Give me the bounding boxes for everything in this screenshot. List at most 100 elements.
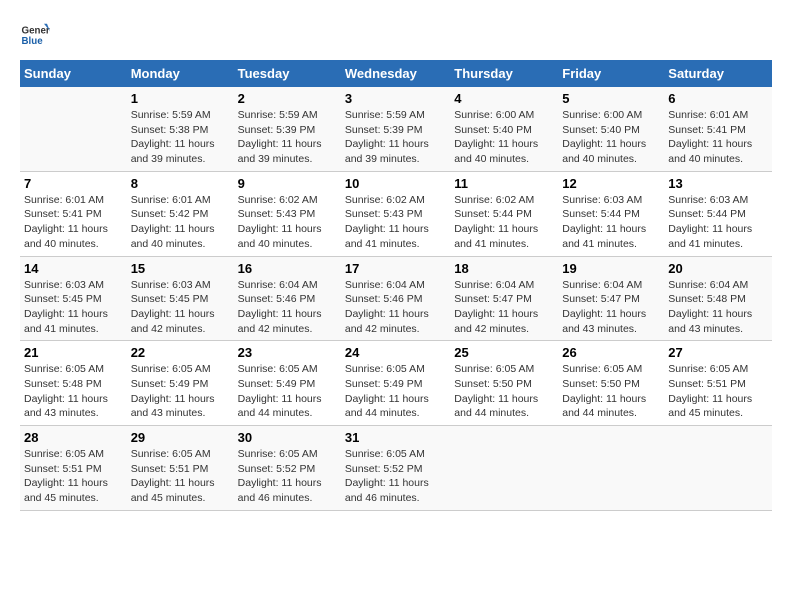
calendar-cell: 3 Sunrise: 5:59 AMSunset: 5:39 PMDaylight… (341, 87, 450, 171)
calendar-cell: 1 Sunrise: 5:59 AMSunset: 5:38 PMDaylight… (127, 87, 234, 171)
header-sunday: Sunday (20, 60, 127, 87)
day-details: Sunrise: 6:04 AMSunset: 5:46 PMDaylight:… (345, 278, 446, 337)
calendar-cell: 11 Sunrise: 6:02 AMSunset: 5:44 PMDayligh… (450, 171, 558, 256)
day-number: 11 (454, 176, 554, 191)
header-row: SundayMondayTuesdayWednesdayThursdayFrid… (20, 60, 772, 87)
calendar-cell: 9 Sunrise: 6:02 AMSunset: 5:43 PMDaylight… (234, 171, 341, 256)
day-details: Sunrise: 6:02 AMSunset: 5:43 PMDaylight:… (345, 193, 446, 252)
day-number: 7 (24, 176, 123, 191)
day-number: 17 (345, 261, 446, 276)
header-wednesday: Wednesday (341, 60, 450, 87)
logo: General Blue (20, 20, 50, 50)
day-number: 1 (131, 91, 230, 106)
week-row-5: 28 Sunrise: 6:05 AMSunset: 5:51 PMDayligh… (20, 426, 772, 511)
day-details: Sunrise: 6:05 AMSunset: 5:51 PMDaylight:… (131, 447, 230, 506)
day-details: Sunrise: 6:05 AMSunset: 5:49 PMDaylight:… (131, 362, 230, 421)
week-row-1: 1 Sunrise: 5:59 AMSunset: 5:38 PMDaylight… (20, 87, 772, 171)
calendar-table: SundayMondayTuesdayWednesdayThursdayFrid… (20, 60, 772, 511)
day-details: Sunrise: 6:02 AMSunset: 5:44 PMDaylight:… (454, 193, 554, 252)
day-number: 2 (238, 91, 337, 106)
day-details: Sunrise: 6:03 AMSunset: 5:45 PMDaylight:… (131, 278, 230, 337)
calendar-cell: 22Sunrise: 6:05 AMSunset: 5:49 PMDayligh… (127, 341, 234, 426)
day-details: Sunrise: 6:01 AMSunset: 5:41 PMDaylight:… (668, 108, 768, 167)
calendar-cell: 27 Sunrise: 6:05 AMSunset: 5:51 PMDayligh… (664, 341, 772, 426)
header-thursday: Thursday (450, 60, 558, 87)
day-details: Sunrise: 6:05 AMSunset: 5:52 PMDaylight:… (345, 447, 446, 506)
calendar-cell: 5Sunrise: 6:00 AMSunset: 5:40 PMDaylight… (558, 87, 664, 171)
day-details: Sunrise: 6:03 AMSunset: 5:45 PMDaylight:… (24, 278, 123, 337)
day-number: 12 (562, 176, 660, 191)
day-number: 3 (345, 91, 446, 106)
day-number: 31 (345, 430, 446, 445)
calendar-cell (558, 426, 664, 511)
calendar-cell: 21Sunrise: 6:05 AMSunset: 5:48 PMDayligh… (20, 341, 127, 426)
day-number: 23 (238, 345, 337, 360)
day-number: 16 (238, 261, 337, 276)
day-number: 27 (668, 345, 768, 360)
day-details: Sunrise: 6:00 AMSunset: 5:40 PMDaylight:… (562, 108, 660, 167)
week-row-3: 14 Sunrise: 6:03 AMSunset: 5:45 PMDayligh… (20, 256, 772, 341)
svg-text:Blue: Blue (22, 36, 44, 47)
day-details: Sunrise: 6:01 AMSunset: 5:42 PMDaylight:… (131, 193, 230, 252)
calendar-cell: 19Sunrise: 6:04 AMSunset: 5:47 PMDayligh… (558, 256, 664, 341)
day-details: Sunrise: 6:01 AMSunset: 5:41 PMDaylight:… (24, 193, 123, 252)
day-details: Sunrise: 6:05 AMSunset: 5:49 PMDaylight:… (345, 362, 446, 421)
day-number: 6 (668, 91, 768, 106)
calendar-cell: 15 Sunrise: 6:03 AMSunset: 5:45 PMDayligh… (127, 256, 234, 341)
day-details: Sunrise: 6:05 AMSunset: 5:51 PMDaylight:… (24, 447, 123, 506)
calendar-cell: 13Sunrise: 6:03 AMSunset: 5:44 PMDayligh… (664, 171, 772, 256)
day-number: 29 (131, 430, 230, 445)
day-details: Sunrise: 5:59 AMSunset: 5:39 PMDaylight:… (345, 108, 446, 167)
calendar-cell: 25Sunrise: 6:05 AMSunset: 5:50 PMDayligh… (450, 341, 558, 426)
calendar-cell: 26 Sunrise: 6:05 AMSunset: 5:50 PMDayligh… (558, 341, 664, 426)
day-details: Sunrise: 6:04 AMSunset: 5:46 PMDaylight:… (238, 278, 337, 337)
day-number: 9 (238, 176, 337, 191)
calendar-cell: 28 Sunrise: 6:05 AMSunset: 5:51 PMDayligh… (20, 426, 127, 511)
calendar-cell: 6 Sunrise: 6:01 AMSunset: 5:41 PMDaylight… (664, 87, 772, 171)
day-details: Sunrise: 5:59 AMSunset: 5:39 PMDaylight:… (238, 108, 337, 167)
day-details: Sunrise: 6:04 AMSunset: 5:47 PMDaylight:… (562, 278, 660, 337)
day-details: Sunrise: 6:05 AMSunset: 5:50 PMDaylight:… (454, 362, 554, 421)
calendar-cell (20, 87, 127, 171)
day-details: Sunrise: 6:05 AMSunset: 5:50 PMDaylight:… (562, 362, 660, 421)
day-number: 15 (131, 261, 230, 276)
svg-text:General: General (22, 26, 51, 37)
day-details: Sunrise: 6:00 AMSunset: 5:40 PMDaylight:… (454, 108, 554, 167)
day-number: 24 (345, 345, 446, 360)
day-details: Sunrise: 6:04 AMSunset: 5:48 PMDaylight:… (668, 278, 768, 337)
day-details: Sunrise: 5:59 AMSunset: 5:38 PMDaylight:… (131, 108, 230, 167)
day-details: Sunrise: 6:02 AMSunset: 5:43 PMDaylight:… (238, 193, 337, 252)
day-details: Sunrise: 6:05 AMSunset: 5:51 PMDaylight:… (668, 362, 768, 421)
calendar-cell: 10 Sunrise: 6:02 AMSunset: 5:43 PMDayligh… (341, 171, 450, 256)
calendar-cell (450, 426, 558, 511)
week-row-2: 7 Sunrise: 6:01 AMSunset: 5:41 PMDaylight… (20, 171, 772, 256)
day-details: Sunrise: 6:05 AMSunset: 5:52 PMDaylight:… (238, 447, 337, 506)
calendar-cell: 17 Sunrise: 6:04 AMSunset: 5:46 PMDayligh… (341, 256, 450, 341)
calendar-cell: 4 Sunrise: 6:00 AMSunset: 5:40 PMDaylight… (450, 87, 558, 171)
header-friday: Friday (558, 60, 664, 87)
day-details: Sunrise: 6:03 AMSunset: 5:44 PMDaylight:… (668, 193, 768, 252)
day-number: 30 (238, 430, 337, 445)
day-number: 14 (24, 261, 123, 276)
calendar-cell: 31 Sunrise: 6:05 AMSunset: 5:52 PMDayligh… (341, 426, 450, 511)
header-monday: Monday (127, 60, 234, 87)
day-number: 28 (24, 430, 123, 445)
calendar-cell: 2 Sunrise: 5:59 AMSunset: 5:39 PMDaylight… (234, 87, 341, 171)
day-number: 18 (454, 261, 554, 276)
day-number: 8 (131, 176, 230, 191)
calendar-cell: 20 Sunrise: 6:04 AMSunset: 5:48 PMDayligh… (664, 256, 772, 341)
logo-icon: General Blue (20, 20, 50, 50)
calendar-cell: 30 Sunrise: 6:05 AMSunset: 5:52 PMDayligh… (234, 426, 341, 511)
page-header: General Blue (20, 20, 772, 50)
day-details: Sunrise: 6:05 AMSunset: 5:49 PMDaylight:… (238, 362, 337, 421)
day-number: 10 (345, 176, 446, 191)
header-tuesday: Tuesday (234, 60, 341, 87)
header-saturday: Saturday (664, 60, 772, 87)
day-number: 4 (454, 91, 554, 106)
calendar-cell: 29 Sunrise: 6:05 AMSunset: 5:51 PMDayligh… (127, 426, 234, 511)
day-number: 26 (562, 345, 660, 360)
week-row-4: 21Sunrise: 6:05 AMSunset: 5:48 PMDayligh… (20, 341, 772, 426)
day-details: Sunrise: 6:05 AMSunset: 5:48 PMDaylight:… (24, 362, 123, 421)
day-number: 20 (668, 261, 768, 276)
calendar-cell: 24 Sunrise: 6:05 AMSunset: 5:49 PMDayligh… (341, 341, 450, 426)
